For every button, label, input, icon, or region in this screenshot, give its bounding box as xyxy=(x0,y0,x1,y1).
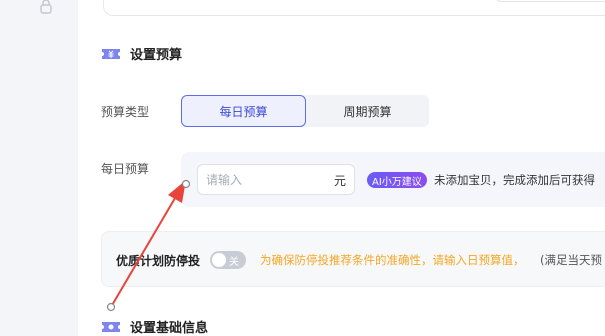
toggle-knob xyxy=(212,253,226,267)
budget-type-option-daily[interactable]: 每日预算 xyxy=(181,95,306,127)
basic-info-section-title-text: 设置基础信息 xyxy=(130,321,209,336)
currency-unit: 元 xyxy=(333,174,346,188)
lock-icon[interactable] xyxy=(38,0,54,14)
stop-protection-note: (满足当天预 xyxy=(540,253,602,267)
daily-budget-input[interactable] xyxy=(206,165,326,194)
previous-section-field xyxy=(495,0,605,2)
ai-suggestion-text: 未添加宝贝，完成添加后可获得 xyxy=(434,173,595,187)
daily-budget-input-wrapper: 元 xyxy=(197,164,355,195)
stop-protection-toggle[interactable]: 关 xyxy=(210,251,246,269)
budget-section-title: 设置预算 xyxy=(100,44,182,63)
budget-type-label: 预算类型 xyxy=(101,105,150,119)
left-sidebar xyxy=(0,0,78,336)
previous-section-card xyxy=(103,0,605,16)
stop-protection-label: 优质计划防停投 xyxy=(116,254,201,268)
budget-type-selector: 每日预算 周期预算 xyxy=(181,95,429,127)
toggle-state-text: 关 xyxy=(229,257,239,268)
basic-info-section-title: 设置基础信息 xyxy=(100,317,208,336)
budget-type-option-period[interactable]: 周期预算 xyxy=(306,95,429,127)
budget-section-title-text: 设置预算 xyxy=(130,48,183,63)
ai-suggestion-badge: AI小万建议 xyxy=(367,172,427,188)
stop-protection-warning: 为确保防停投推荐条件的准确性，请输入日预算值， xyxy=(260,253,525,267)
daily-budget-label: 每日预算 xyxy=(101,162,150,176)
budget-section-icon xyxy=(100,45,122,63)
basic-info-section-icon xyxy=(100,318,122,336)
